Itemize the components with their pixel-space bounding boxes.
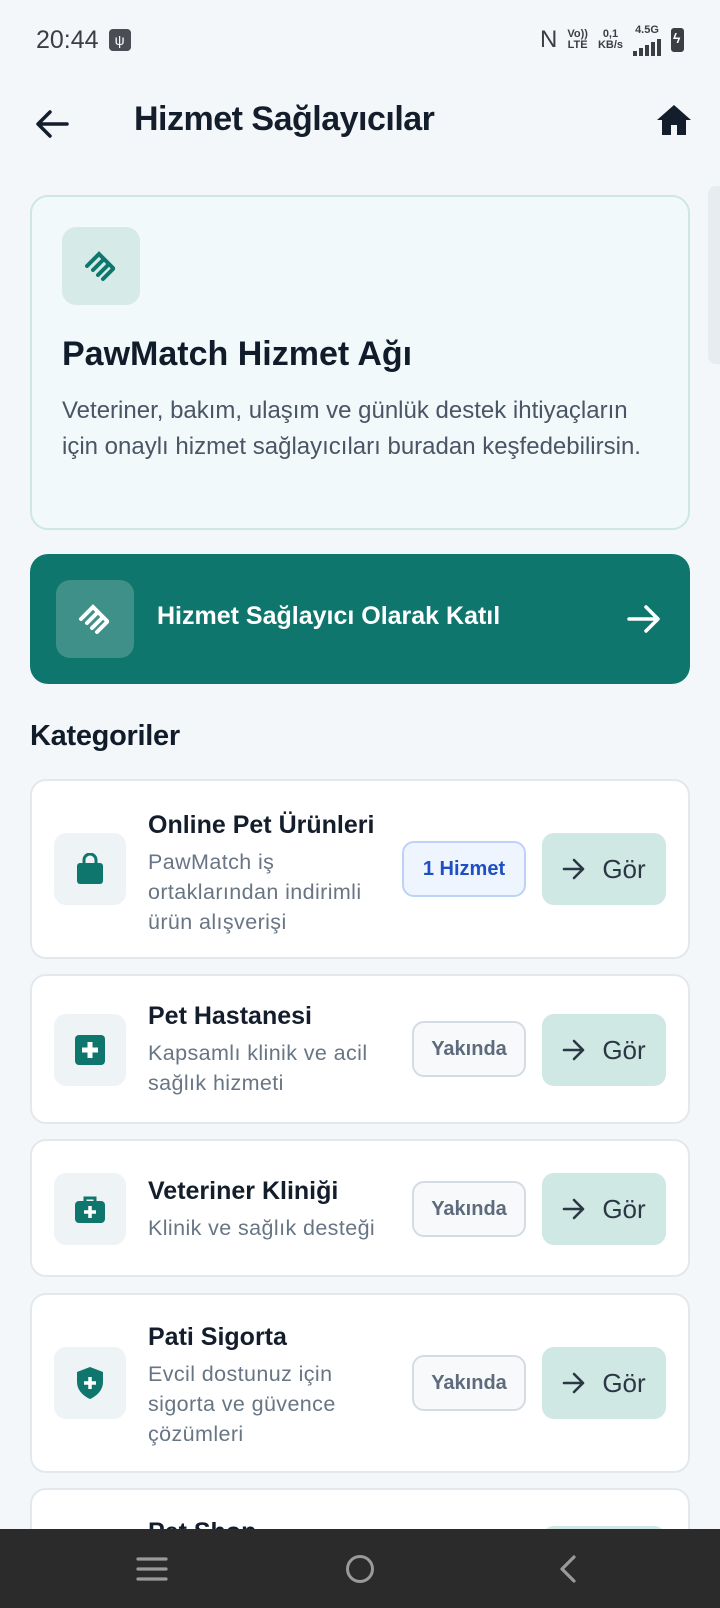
view-button[interactable]: Gör [542, 833, 666, 905]
view-button-label: Gör [602, 1034, 646, 1065]
category-title: Pet Hastanesi [148, 1002, 312, 1030]
category-card-pet-insurance[interactable]: Pati Sigorta Evcil dostunuz için sigorta… [30, 1293, 690, 1473]
join-button-label: Hizmet Sağlayıcı Olarak Katıl [157, 602, 501, 630]
coming-soon-badge: Yakında [412, 1021, 526, 1077]
medical-cross-icon [54, 1014, 126, 1086]
medical-bag-icon [54, 1173, 126, 1245]
shield-plus-icon [54, 1347, 126, 1419]
network-type: 4.5G [635, 23, 659, 36]
category-title: Pati Sigorta [148, 1323, 287, 1351]
category-description: PawMatch iş ortaklarından indirimli ürün… [148, 850, 362, 934]
view-button[interactable]: Gör [542, 1347, 666, 1419]
categories-heading: Kategoriler [30, 720, 180, 752]
back-nav-button[interactable] [546, 1547, 590, 1591]
view-button-label: Gör [602, 1193, 646, 1224]
volte-indicator: Vo)) LTE [567, 29, 588, 51]
home-button[interactable] [652, 98, 696, 142]
hero-title: PawMatch Hizmet Ağı [62, 335, 413, 373]
speed-unit: KB/s [597, 39, 623, 51]
handshake-icon [56, 580, 134, 658]
service-count-badge: 1 Hizmet [402, 841, 526, 897]
arrow-right-icon [563, 1372, 585, 1394]
page-title: Hizmet Sağlayıcılar [134, 100, 435, 138]
network-speed: 0,1 KB/s [598, 29, 623, 51]
category-description: Kapsamlı klinik ve acil sağlık hizmeti [148, 1041, 368, 1095]
scroll-edge-indicator [708, 186, 720, 364]
join-as-provider-button[interactable]: Hizmet Sağlayıcı Olarak Katıl [30, 554, 690, 684]
coming-soon-badge: Yakında [412, 1355, 526, 1411]
home-nav-button[interactable] [338, 1547, 382, 1591]
view-button[interactable]: Gör [542, 1014, 666, 1086]
shopping-bag-icon [54, 833, 126, 905]
arrow-right-icon [622, 597, 666, 641]
status-time: 20:44 [36, 25, 99, 54]
app-bar: Hizmet Sağlayıcılar [0, 88, 720, 154]
system-navigation-bar [0, 1529, 720, 1608]
volte-bottom: LTE [567, 39, 588, 51]
arrow-left-icon [36, 110, 69, 138]
handshake-icon [62, 227, 140, 305]
chevron-left-icon [560, 1555, 576, 1583]
category-description: Evcil dostunuz için sigorta ve güvence ç… [148, 1362, 336, 1446]
back-button[interactable] [30, 102, 74, 146]
category-card-veterinary-clinic[interactable]: Veteriner Kliniği Klinik ve sağlık deste… [30, 1139, 690, 1277]
recent-apps-button[interactable] [130, 1547, 174, 1591]
category-card-pet-hospital[interactable]: Pet Hastanesi Kapsamlı klinik ve acil sa… [30, 974, 690, 1124]
status-right: N Vo)) LTE 0,1 KB/s 4.5G [540, 23, 684, 56]
arrow-right-icon [563, 858, 585, 880]
hero-card: PawMatch Hizmet Ağı Veteriner, bakım, ul… [30, 195, 690, 530]
usb-icon: ψ [108, 29, 131, 51]
view-button-label: Gör [602, 1367, 646, 1398]
signal-bars-icon [633, 36, 661, 56]
signal-indicator: 4.5G [633, 23, 661, 56]
view-button[interactable]: Gör [542, 1173, 666, 1245]
nfc-icon: N [540, 26, 558, 53]
view-button-label: Gör [602, 853, 646, 884]
arrow-right-icon [563, 1198, 585, 1220]
category-title: Online Pet Ürünleri [148, 811, 375, 839]
category-description: Klinik ve sağlık desteği [148, 1216, 376, 1240]
status-left: 20:44 ψ [36, 26, 131, 55]
coming-soon-badge: Yakında [412, 1181, 526, 1237]
battery-icon [671, 28, 684, 52]
home-icon [657, 105, 691, 135]
status-bar: 20:44 ψ N Vo)) LTE 0,1 KB/s 4.5G [0, 0, 720, 80]
category-card-online-pet-products[interactable]: Online Pet Ürünleri PawMatch iş ortaklar… [30, 779, 690, 959]
hero-description: Veteriner, bakım, ulaşım ve günlük deste… [62, 397, 641, 460]
arrow-right-icon [563, 1039, 585, 1061]
menu-icon [136, 1557, 168, 1581]
category-title: Veteriner Kliniği [148, 1177, 339, 1205]
circle-icon [346, 1555, 374, 1583]
